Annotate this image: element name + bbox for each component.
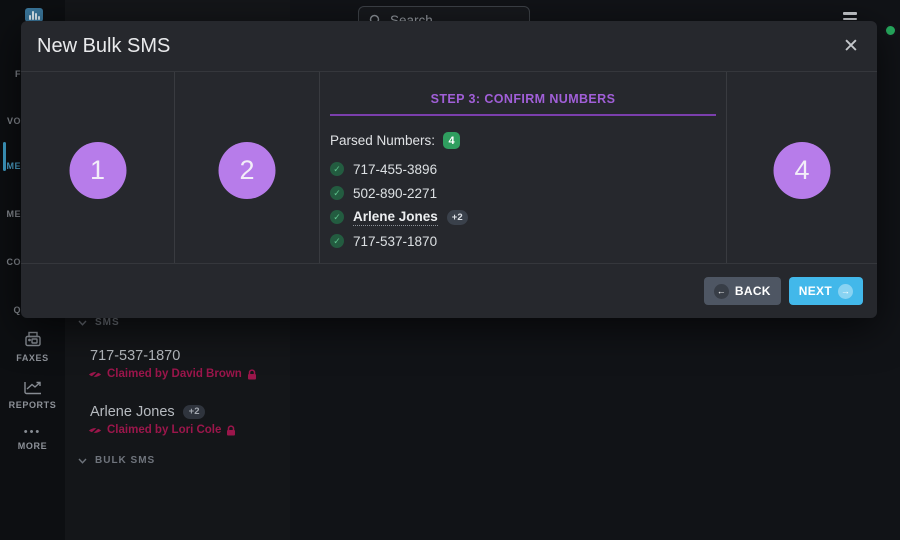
sidebar-item-truncated-2[interactable]: VO <box>0 116 21 126</box>
section-header-sms[interactable]: SMS <box>78 317 120 328</box>
parsed-numbers-list: ✓ 717-455-3896 ✓ 502-890-2271 ✓ Arlene J… <box>330 157 716 253</box>
sidebar-item-faxes[interactable]: FAXES <box>0 331 65 363</box>
sidebar-item-reports[interactable]: REPORTS <box>0 379 65 410</box>
parsed-number-row: ✓ Arlene Jones +2 <box>330 205 716 229</box>
check-icon: ✓ <box>330 162 344 176</box>
app-logo <box>25 8 43 22</box>
ellipsis-icon: ••• <box>24 428 42 436</box>
list-item-number[interactable]: 717-537-1870 <box>90 348 180 364</box>
parsed-number-value: 502-890-2271 <box>353 186 437 201</box>
back-button[interactable]: ← BACK <box>704 277 781 305</box>
extra-numbers-badge: +2 <box>183 405 206 419</box>
section-title: BULK SMS <box>95 455 155 466</box>
section-title: SMS <box>95 317 120 328</box>
parsed-contact-name[interactable]: Arlene Jones <box>353 209 438 226</box>
modal-footer: ← BACK NEXT → <box>21 263 877 318</box>
parsed-number-value: 717-455-3896 <box>353 162 437 177</box>
parsed-numbers-label: Parsed Numbers: <box>330 133 435 148</box>
lock-icon <box>226 425 236 436</box>
online-status-dot <box>884 24 897 37</box>
next-button[interactable]: NEXT → <box>789 277 863 305</box>
eye-slash-icon <box>88 369 102 380</box>
sidebar-item-label: REPORTS <box>9 400 57 410</box>
step-1-column: 1 <box>21 72 175 263</box>
new-bulk-sms-modal: New Bulk SMS ✕ 1 2 STEP 3: CONFIRM NUMBE… <box>21 21 877 318</box>
check-icon: ✓ <box>330 186 344 200</box>
sidebar-item-truncated-1[interactable]: F <box>0 69 21 79</box>
step-3-column: STEP 3: CONFIRM NUMBERS Parsed Numbers: … <box>320 72 727 263</box>
next-button-label: NEXT <box>799 284 832 298</box>
claimed-status: Claimed by Lori Cole <box>88 424 236 436</box>
chart-icon <box>22 379 44 395</box>
chevron-down-icon <box>78 458 87 464</box>
list-item-contact[interactable]: Arlene Jones +2 <box>90 404 205 420</box>
step-4-indicator: 4 <box>774 142 831 199</box>
parsed-number-value: 717-537-1870 <box>353 234 437 249</box>
parsed-numbers-row: Parsed Numbers: 4 <box>330 132 716 149</box>
app-window: F VO ME ME CO Q FAXES <box>0 0 900 540</box>
conversation-title: 717-537-1870 <box>90 348 180 364</box>
parsed-number-row: ✓ 717-455-3896 <box>330 157 716 181</box>
section-header-bulk-sms[interactable]: BULK SMS <box>78 455 155 466</box>
modal-header: New Bulk SMS <box>21 21 877 72</box>
back-button-label: BACK <box>735 284 771 298</box>
parsed-number-row: ✓ 717-537-1870 <box>330 229 716 253</box>
check-icon: ✓ <box>330 234 344 248</box>
chevron-down-icon <box>78 320 87 326</box>
modal-title: New Bulk SMS <box>37 35 170 58</box>
sidebar-item-more[interactable]: ••• MORE <box>0 428 65 451</box>
close-icon[interactable]: ✕ <box>837 32 865 60</box>
step-4-column: 4 <box>727 72 877 263</box>
modal-body: 1 2 STEP 3: CONFIRM NUMBERS Parsed Numbe… <box>21 72 877 263</box>
claimed-status: Claimed by David Brown <box>88 368 257 380</box>
eye-slash-icon <box>88 425 102 436</box>
check-icon: ✓ <box>330 210 344 224</box>
sidebar-item-truncated-5[interactable]: Q <box>0 305 21 315</box>
sidebar-item-truncated-4[interactable]: CO <box>0 257 21 267</box>
step-3-underline <box>330 114 716 116</box>
fax-icon <box>22 331 44 348</box>
sidebar-item-label: FAXES <box>16 353 49 363</box>
extra-numbers-badge: +2 <box>447 210 468 225</box>
step-2-indicator: 2 <box>219 142 276 199</box>
sidebar-item-label: MORE <box>18 441 47 451</box>
claimed-text: Claimed by Lori Cole <box>107 424 221 436</box>
conversation-title: Arlene Jones <box>90 404 175 420</box>
step-2-column: 2 <box>175 72 320 263</box>
lock-icon <box>247 369 257 380</box>
claimed-text: Claimed by David Brown <box>107 368 242 380</box>
step-1-indicator: 1 <box>69 142 126 199</box>
parsed-count-badge: 4 <box>443 132 460 149</box>
step-3-title: STEP 3: CONFIRM NUMBERS <box>330 92 716 106</box>
arrow-left-icon: ← <box>714 284 729 299</box>
sidebar-item-messages[interactable]: ME <box>0 161 21 171</box>
sidebar-item-truncated-3[interactable]: ME <box>0 209 21 219</box>
arrow-right-icon: → <box>838 284 853 299</box>
parsed-number-row: ✓ 502-890-2271 <box>330 181 716 205</box>
